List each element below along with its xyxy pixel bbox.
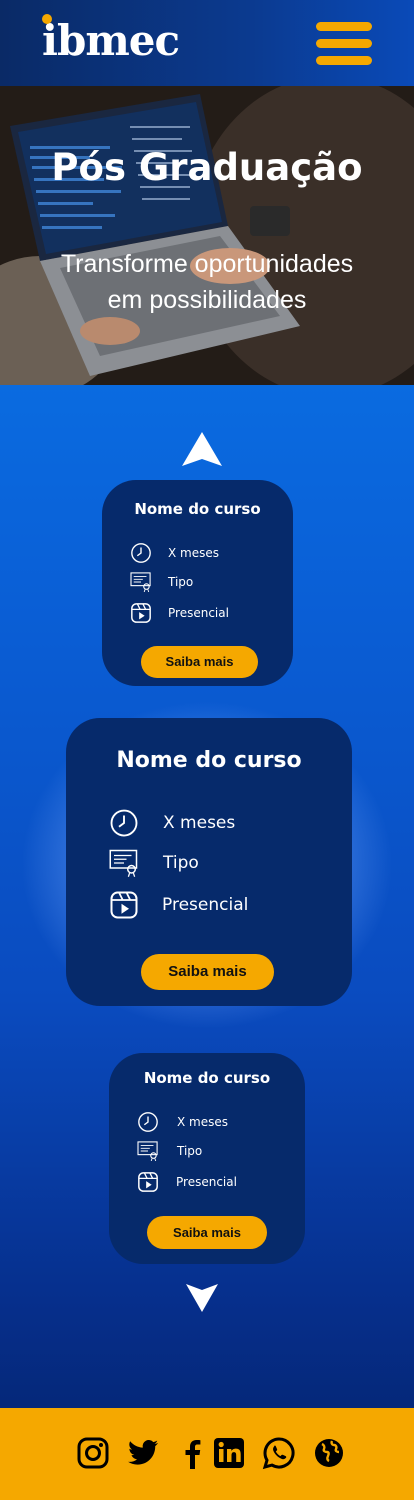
- course-title: Nome do curso: [116, 748, 302, 773]
- clock-icon: [138, 1112, 158, 1132]
- footer: [0, 1408, 414, 1500]
- video-play-icon: [110, 891, 138, 919]
- arrow-down-icon[interactable]: [186, 1284, 218, 1312]
- globe-icon[interactable]: [312, 1436, 346, 1470]
- mode-label: Presencial: [176, 1175, 237, 1189]
- mode-row: Presencial: [109, 890, 248, 920]
- laptop-photo: [0, 86, 414, 385]
- type-row: Tipo: [109, 849, 199, 877]
- instagram-icon[interactable]: [76, 1436, 110, 1470]
- type-row: Tipo: [130, 572, 193, 592]
- duration-label: X meses: [168, 546, 219, 560]
- whatsapp-icon[interactable]: [262, 1436, 296, 1470]
- linkedin-icon[interactable]: [212, 1436, 246, 1470]
- saiba-mais-button[interactable]: Saiba mais: [147, 1216, 267, 1249]
- course-card-featured: Nome do curso X meses Tipo Presencial Sa…: [66, 718, 352, 1006]
- mode-label: Presencial: [168, 606, 229, 620]
- course-title: Nome do curso: [143, 1069, 271, 1087]
- duration-label: X meses: [177, 1115, 228, 1129]
- mode-row: Presencial: [137, 1171, 237, 1193]
- facebook-icon[interactable]: [176, 1436, 210, 1470]
- header: ibmec: [0, 0, 414, 86]
- twitter-icon[interactable]: [126, 1436, 160, 1470]
- hero-banner: Pós Graduação Transforme oportunidades e…: [0, 86, 414, 385]
- ibmec-logo[interactable]: ibmec: [42, 14, 202, 70]
- logo-text: ibmec: [42, 16, 180, 65]
- video-play-icon: [131, 603, 151, 623]
- duration-row: X meses: [137, 1111, 228, 1133]
- certificate-icon: [109, 849, 138, 877]
- type-label: Tipo: [168, 575, 194, 589]
- clock-icon: [131, 543, 151, 563]
- hero-subtitle: Transforme oportunidades em possibilidad…: [60, 250, 354, 314]
- course-title: Nome do curso: [134, 500, 261, 518]
- hamburger-menu-icon[interactable]: [316, 22, 374, 66]
- course-card: Nome do curso X meses Tipo Presencial Sa…: [102, 480, 293, 686]
- mode-row: Presencial: [130, 602, 229, 624]
- video-play-icon: [138, 1172, 158, 1192]
- clock-icon: [110, 809, 138, 837]
- mode-label: Presencial: [162, 895, 249, 915]
- type-row: Tipo: [137, 1141, 202, 1161]
- arrow-up-icon[interactable]: [182, 432, 222, 466]
- certificate-icon: [137, 1141, 158, 1161]
- duration-row: X meses: [130, 542, 219, 564]
- certificate-icon: [130, 572, 151, 592]
- hero-title: Pós Graduação: [51, 146, 363, 189]
- type-label: Tipo: [177, 1144, 203, 1158]
- saiba-mais-button[interactable]: Saiba mais: [141, 646, 258, 678]
- duration-row: X meses: [109, 808, 235, 838]
- type-label: Tipo: [163, 853, 199, 873]
- logo-dot: [42, 14, 52, 24]
- saiba-mais-button[interactable]: Saiba mais: [141, 954, 274, 990]
- course-card: Nome do curso X meses Tipo Presencial Sa…: [109, 1053, 305, 1264]
- duration-label: X meses: [163, 813, 236, 833]
